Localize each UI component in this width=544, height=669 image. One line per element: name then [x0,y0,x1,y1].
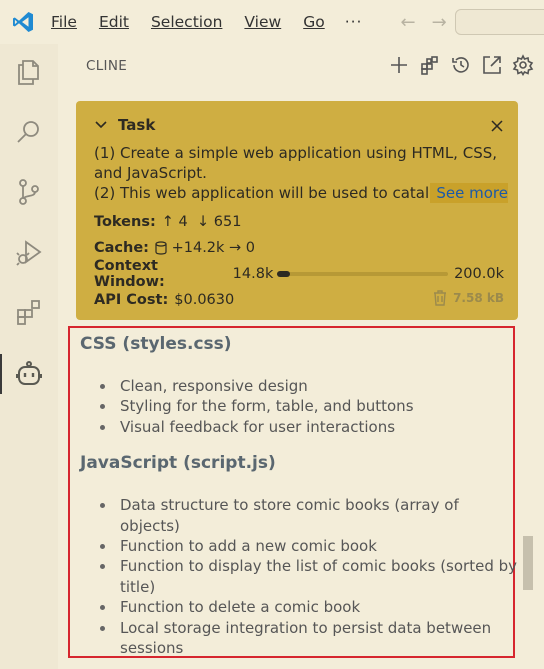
menu-file[interactable]: File [51,13,77,31]
back-arrow-icon[interactable]: ← [400,12,415,33]
api-cost-label: API Cost: [94,291,169,308]
tokens-label: Tokens: [94,213,156,230]
panel-title: CLINE [86,58,128,74]
extensions-icon[interactable] [0,288,58,336]
command-center-input[interactable] [455,9,544,35]
list-item: Data structure to store comic books (arr… [100,495,520,536]
context-used: 14.8k [232,265,274,282]
task-desc-line2: and JavaScript. [94,164,207,182]
menu-go[interactable]: Go [303,13,325,31]
tokens-down: ↓ 651 [196,213,242,230]
history-icon[interactable] [450,54,472,76]
activity-bar [0,44,58,669]
list-item: Local storage integration to persist dat… [100,618,520,659]
list-item: Styling for the form, table, and buttons [100,396,520,416]
menu-more-button[interactable]: ··· [345,13,363,31]
mcp-servers-icon[interactable] [419,54,441,76]
context-max: 200.0k [454,265,504,282]
task-card: Task (1) Create a simple web application… [76,101,518,320]
nav-arrows: ← → [400,12,446,33]
panel-header: CLINE [58,44,544,88]
database-icon [155,240,167,255]
search-icon[interactable] [0,108,58,156]
task-size: 7.58 kB [433,290,504,306]
assistant-message: CSS (styles.css) Clean, responsive desig… [68,326,517,658]
close-icon[interactable] [490,119,504,133]
cache-label: Cache: [94,239,149,256]
context-progress-fill [277,270,290,277]
cache-read: → 0 [229,239,256,256]
forward-arrow-icon[interactable]: → [432,12,447,33]
css-list: Clean, responsive design Styling for the… [80,376,513,437]
chevron-down-icon[interactable] [94,118,108,132]
gear-icon[interactable] [512,54,534,76]
task-title: Task [118,116,156,134]
tokens-row: Tokens: ↑ 4 ↓ 651 [94,211,504,232]
list-item: Clean, responsive design [100,376,520,396]
cache-row: Cache: +14.2k → 0 [94,237,504,258]
trash-icon[interactable] [433,290,447,306]
cache-write: +14.2k [171,239,225,256]
task-size-value: 7.58 kB [453,291,504,305]
js-list: Data structure to store comic books (arr… [80,495,517,658]
menu-selection[interactable]: Selection [151,13,222,31]
see-more-link[interactable]: See more [430,183,508,203]
plus-icon[interactable] [388,54,410,76]
menu-edit[interactable]: Edit [99,13,129,31]
run-debug-icon[interactable] [0,228,58,276]
cline-panel: CLINE Task (1) Create a simple web appli… [58,44,544,669]
tokens-up: ↑ 4 [161,213,188,230]
panel-header-icons [388,54,534,76]
menu-view[interactable]: View [244,13,281,31]
context-label: Context Window: [94,257,165,290]
js-heading: JavaScript (script.js) [80,453,276,474]
list-item: Visual feedback for user interactions [100,417,520,437]
menu-bar: File Edit Selection View Go ··· [51,13,384,31]
api-cost-value: $0.0630 [174,291,235,308]
list-item: Function to delete a comic book [100,597,520,617]
task-description: (1) Create a simple web application usin… [94,143,508,203]
cline-icon[interactable] [0,350,58,398]
explorer-icon[interactable] [0,48,58,96]
css-heading: CSS (styles.css) [80,334,232,354]
list-item: Function to display the list of comic bo… [100,556,520,597]
scrollbar-thumb[interactable] [523,536,533,590]
task-desc-line1: (1) Create a simple web application usin… [94,144,498,162]
source-control-icon[interactable] [0,168,58,216]
list-item: Function to add a new comic book [100,536,520,556]
context-window-row: Context Window: 14.8k 200.0k [94,258,504,290]
title-bar: File Edit Selection View Go ··· ← → [0,0,544,44]
vscode-logo-icon [13,12,33,32]
context-progress-bar [277,270,449,277]
popout-icon[interactable] [481,54,503,76]
task-header[interactable]: Task [94,111,504,139]
